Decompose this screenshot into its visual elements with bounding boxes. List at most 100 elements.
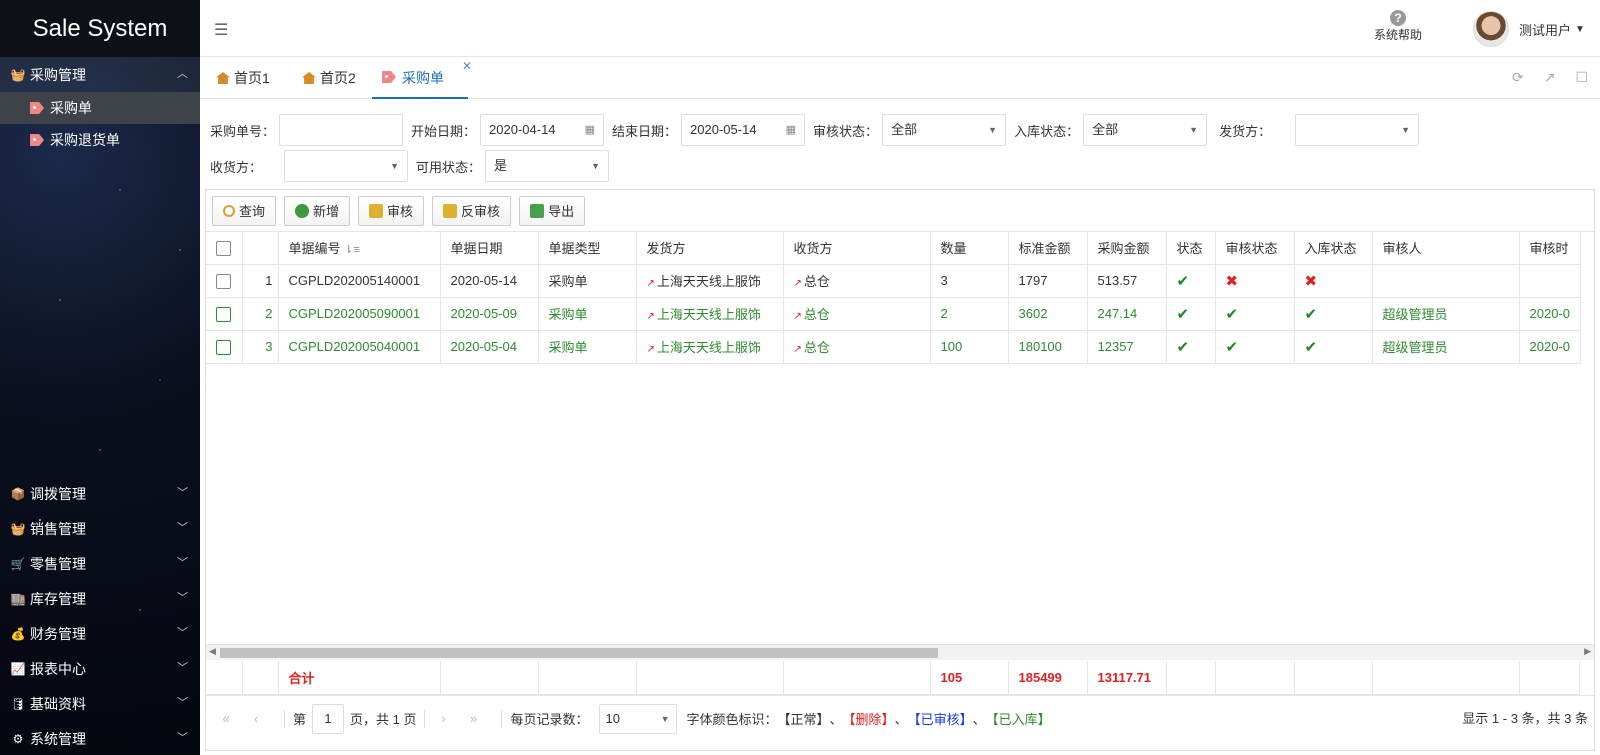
start-date-input[interactable]: 2020-04-14 ▦ [480, 114, 605, 146]
tab-label: 采购单 [402, 70, 444, 86]
audit-status-label: 审核状态： [813, 123, 879, 139]
sender-cell[interactable]: ↗ 上海天天线上服饰 [636, 297, 784, 331]
menu-group-basic-data[interactable]: 🛢 基础资料 ﹀ [0, 686, 200, 721]
menu-group-inventory[interactable]: 🏬 库存管理 ﹀ [0, 581, 200, 616]
maximize-icon[interactable]: ☐ [1575, 69, 1588, 86]
scroll-left-icon[interactable]: ◀ [209, 646, 216, 657]
prev-page-icon[interactable]: ‹ [246, 711, 266, 726]
add-button[interactable]: 新增 [284, 195, 351, 226]
menu-group-label: 采购管理 [30, 66, 86, 83]
sender-cell[interactable]: ↗ 上海天天线上服饰 [636, 264, 784, 298]
table-row[interactable]: 3 CGPLD202005040001 2020-05-04 采购单 ↗ 上海天天线上服饰… [206, 330, 1581, 364]
column-header[interactable]: 数量 [930, 232, 1009, 265]
menu-group-finance[interactable]: 💰 财务管理 ﹀ [0, 616, 200, 651]
avatar [1473, 11, 1509, 47]
calendar-icon[interactable]: ▦ [585, 115, 595, 145]
menu-group-label: 库存管理 [30, 590, 86, 607]
row-select-cell[interactable] [206, 297, 243, 331]
select-all-checkbox[interactable] [216, 240, 232, 256]
table-row[interactable]: 2 CGPLD202005090001 2020-05-09 采购单 ↗ 上海天天线上服饰… [206, 297, 1581, 331]
audit-status-select[interactable]: 全部 ▼ [882, 114, 1007, 146]
sender-select[interactable]: ▼ [1295, 114, 1420, 146]
menu-group-retail[interactable]: 🛒 零售管理 ﹀ [0, 546, 200, 581]
menu-toggle-icon[interactable]: ☰ [214, 20, 228, 40]
stock-status-select[interactable]: 全部 ▼ [1083, 114, 1208, 146]
page-prefix: 第 [293, 712, 307, 727]
column-header[interactable]: 审核时 [1519, 232, 1581, 265]
tab-purchase-order[interactable]: 采购单 ✕ [372, 57, 472, 99]
available-label: 可用状态： [416, 159, 482, 175]
column-header[interactable]: 标准金额 [1008, 232, 1088, 265]
tab-home2[interactable]: 首页2 [292, 57, 366, 99]
column-header[interactable]: 采购金额 [1087, 232, 1167, 265]
column-header[interactable]: 收货方 [783, 232, 931, 265]
order-code-cell[interactable]: CGPLD202005090001 [278, 297, 441, 331]
row-checkbox[interactable] [216, 306, 232, 322]
std-amount-cell: 180100 [1008, 330, 1088, 364]
column-header[interactable]: 入库状态 [1294, 232, 1373, 265]
scroll-right-icon[interactable]: ▶ [1584, 646, 1591, 657]
order-code-cell[interactable]: CGPLD202005040001 [278, 330, 441, 364]
row-select-cell[interactable] [206, 330, 243, 364]
link-arrow-icon: ↗ [793, 311, 802, 322]
chevron-up-icon: ︿ [177, 68, 188, 80]
table-row[interactable]: 1 CGPLD202005140001 2020-05-14 采购单 ↗ 上海天天线上服饰… [206, 264, 1581, 298]
unaudit-button[interactable]: 反审核 [432, 195, 512, 226]
open-external-icon[interactable]: ↗ [1544, 69, 1556, 86]
calendar-icon[interactable]: ▦ [786, 115, 796, 145]
user-menu[interactable]: 测试用户 ▼ [1473, 11, 1585, 47]
receiver-cell[interactable]: ↗ 总仓 [783, 264, 931, 298]
sidebar-item-purchase-order[interactable]: 采购单 [0, 92, 200, 124]
available-select[interactable]: 是 ▼ [485, 150, 610, 182]
sort-icon[interactable]: ⇂≡ [344, 244, 360, 256]
help-button[interactable]: ? 系统帮助 [1368, 10, 1428, 43]
legend-separator: 、 [829, 712, 843, 727]
order-type-cell: 采购单 [538, 330, 637, 364]
receiver-cell[interactable]: ↗ 总仓 [783, 330, 931, 364]
order-code-cell[interactable]: CGPLD202005140001 [278, 264, 441, 298]
per-page-select[interactable]: 10 ▼ [598, 703, 677, 734]
menu-group-system[interactable]: ⚙ 系统管理 ﹀ [0, 721, 200, 755]
select-all-cell[interactable] [206, 232, 243, 265]
last-page-icon[interactable]: » [463, 711, 483, 726]
menu-group-sales[interactable]: 🧺 销售管理 ﹀ [0, 511, 200, 546]
sidebar: Sale System 🧺 采购管理 ︿ 采购单 采购退货单 📦 调拨管理 ﹀ … [0, 0, 200, 755]
export-button[interactable]: 导出 [519, 195, 586, 226]
auditor-cell: 超级管理员 [1372, 330, 1520, 364]
column-header[interactable]: 发货方 [636, 232, 784, 265]
first-page-icon[interactable]: « [216, 711, 236, 726]
column-header[interactable]: 单据日期 [440, 232, 539, 265]
close-icon[interactable]: ✕ [462, 45, 472, 87]
receiver-select[interactable]: ▼ [284, 150, 408, 182]
row-select-cell[interactable] [206, 264, 243, 298]
column-header[interactable]: 单据编号 ⇂≡ [278, 232, 441, 265]
query-button[interactable]: 查询 [212, 195, 277, 226]
page-number-input[interactable]: 1 [312, 703, 345, 734]
quantity-cell: 100 [930, 330, 1009, 364]
check-icon: ✔ [1176, 272, 1190, 290]
row-checkbox[interactable] [216, 273, 232, 289]
start-date-value: 2020-04-14 [489, 122, 556, 137]
sidebar-item-purchase-return[interactable]: 采购退货单 [0, 124, 200, 156]
query-label: 查询 [239, 204, 266, 219]
menu-group-purchase[interactable]: 🧺 采购管理 ︿ [0, 57, 200, 92]
next-page-icon[interactable]: › [433, 711, 453, 726]
column-header[interactable]: 审核状态 [1215, 232, 1295, 265]
receiver-cell[interactable]: ↗ 总仓 [783, 297, 931, 331]
scrollbar-thumb[interactable] [220, 648, 938, 658]
end-date-input[interactable]: 2020-05-14 ▦ [681, 114, 806, 146]
menu-group-transfer[interactable]: 📦 调拨管理 ﹀ [0, 476, 200, 511]
row-checkbox[interactable] [216, 339, 232, 355]
order-no-input[interactable] [279, 114, 404, 146]
tab-home1[interactable]: 首页1 [206, 57, 280, 99]
audit-button[interactable]: 审核 [358, 195, 425, 226]
column-header[interactable]: 审核人 [1372, 232, 1520, 265]
column-header[interactable]: 状态 [1166, 232, 1216, 265]
horizontal-scrollbar[interactable]: ◀ ▶ [206, 644, 1594, 660]
sender-cell[interactable]: ↗ 上海天天线上服饰 [636, 330, 784, 364]
refresh-icon[interactable]: ⟳ [1512, 69, 1524, 86]
column-header[interactable]: 单据类型 [538, 232, 637, 265]
menu-group-reports[interactable]: 📈 报表中心 ﹀ [0, 651, 200, 686]
add-icon [295, 203, 310, 218]
row-number: 2 [242, 297, 279, 331]
